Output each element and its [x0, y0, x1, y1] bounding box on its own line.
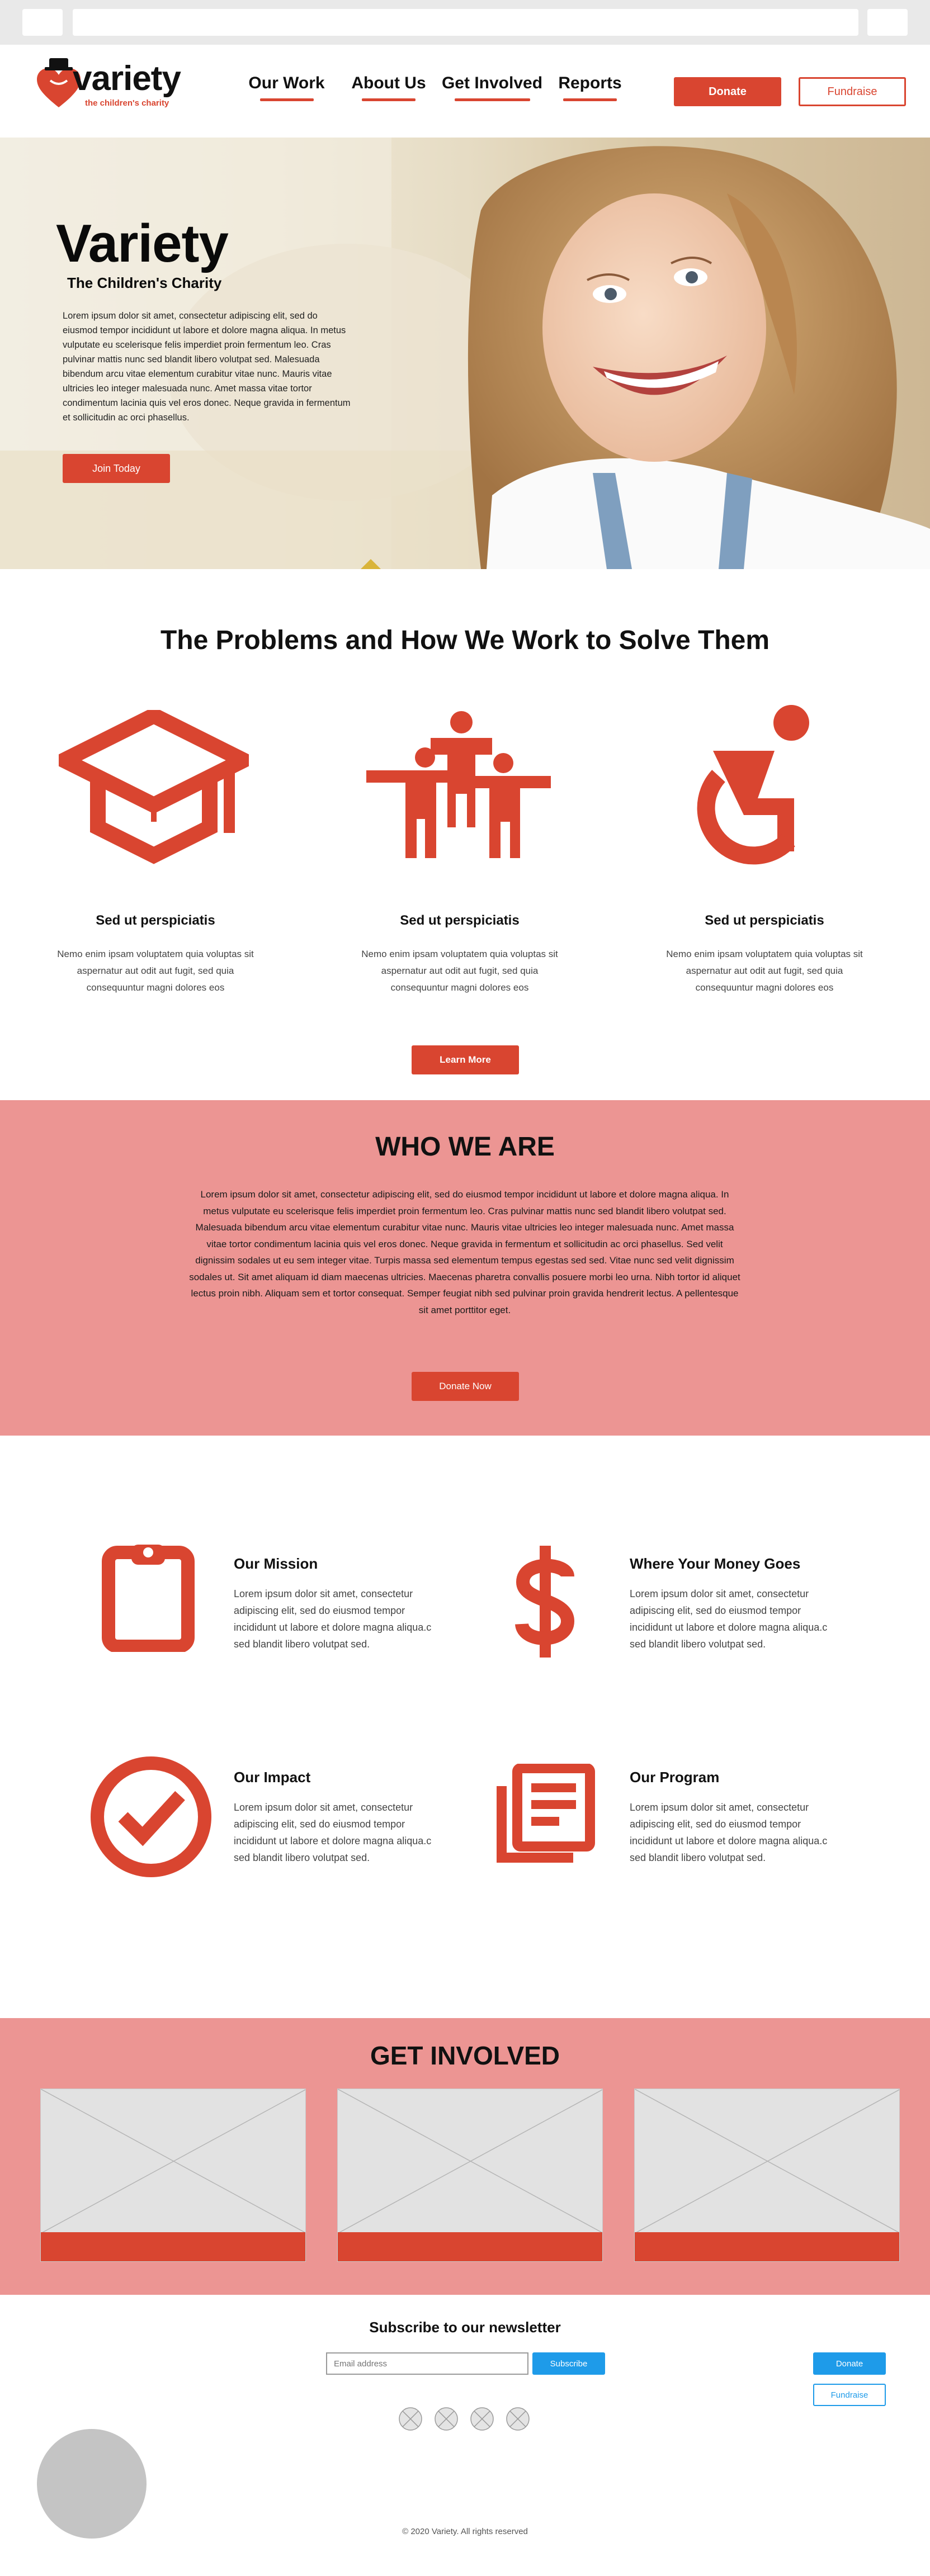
- nav-underline: [362, 98, 416, 101]
- nav-our-work[interactable]: Our Work: [246, 74, 327, 101]
- logo[interactable]: variety the children's charity: [34, 56, 190, 112]
- get-involved-title: GET INVOLVED: [370, 2041, 560, 2070]
- problem-card-title: Sed ut perspiciatis: [96, 913, 215, 928]
- nav-underline: [454, 98, 530, 101]
- nav-get-involved[interactable]: Get Involved: [439, 74, 545, 101]
- logo-tagline: the children's charity: [85, 98, 169, 108]
- logo-wordmark: variety: [73, 59, 181, 98]
- hero-banner: Variety The Children's Charity Lorem ips…: [0, 138, 930, 569]
- problems-title: The Problems and How We Work to Solve Th…: [160, 626, 770, 655]
- learn-more-button[interactable]: Learn More: [412, 1045, 519, 1074]
- nav-about-us[interactable]: About Us: [350, 74, 428, 101]
- get-involved-card[interactable]: [634, 2089, 900, 2262]
- wheelchair-icon: [697, 705, 809, 865]
- who-we-are-body: Lorem ipsum dolor sit amet, consectetur …: [189, 1189, 740, 1315]
- footer-fundraise-button[interactable]: Fundraise: [813, 2384, 886, 2406]
- mission-item-body: Lorem ipsum dolor sit amet, consectetur …: [234, 1588, 432, 1650]
- image-placeholder-icon: [635, 2089, 899, 2233]
- header-donate-button[interactable]: Donate: [674, 77, 781, 106]
- copyright-text: © 2020 Variety. All rights reserved: [402, 2527, 528, 2536]
- browser-address-bar[interactable]: [73, 9, 858, 36]
- nav-get-involved-label: Get Involved: [441, 74, 543, 92]
- hero-title: Variety: [56, 214, 229, 273]
- people-group-icon: [366, 711, 551, 858]
- get-involved-card[interactable]: [337, 2089, 603, 2262]
- mission-item-title: Our Impact: [234, 1769, 311, 1786]
- social-icon[interactable]: [398, 2407, 423, 2431]
- nav-reports-label: Reports: [558, 74, 622, 92]
- card-footer-bar: [41, 2232, 305, 2261]
- mission-item-body: Lorem ipsum dolor sit amet, consectetur …: [630, 1802, 828, 1863]
- mission-item-title: Our Mission: [234, 1555, 318, 1572]
- social-icon[interactable]: [434, 2407, 459, 2431]
- graduation-cap-icon: [59, 710, 249, 864]
- donate-now-button[interactable]: Donate Now: [412, 1372, 519, 1401]
- site-header: variety the children's charity Our Work …: [0, 45, 930, 138]
- problem-card-title: Sed ut perspiciatis: [705, 913, 824, 928]
- who-we-are-section: WHO WE ARE Lorem ipsum dolor sit amet, c…: [0, 1100, 930, 1436]
- clipboard-icon: [102, 1545, 195, 1652]
- scroll-down-indicator-icon[interactable]: [361, 558, 381, 569]
- browser-menu-button[interactable]: [867, 9, 908, 36]
- mission-item-title: Where Your Money Goes: [630, 1555, 801, 1572]
- documents-icon: [497, 1764, 595, 1863]
- get-involved-card[interactable]: [40, 2089, 306, 2262]
- nav-our-work-label: Our Work: [248, 74, 325, 92]
- footer-donate-button[interactable]: Donate: [813, 2352, 886, 2375]
- problem-card-body: Nemo enim ipsam voluptatem quia voluptas…: [666, 949, 863, 993]
- browser-toolbar: [0, 0, 930, 45]
- social-icon[interactable]: [470, 2407, 494, 2431]
- problem-card-title: Sed ut perspiciatis: [400, 913, 520, 928]
- newsletter-title: Subscribe to our newsletter: [369, 2319, 561, 2336]
- social-icon[interactable]: [506, 2407, 530, 2431]
- nav-underline: [259, 98, 314, 101]
- dollar-icon: [515, 1546, 575, 1658]
- mission-item-body: Lorem ipsum dolor sit amet, consectetur …: [234, 1802, 432, 1863]
- subscribe-button[interactable]: Subscribe: [532, 2352, 605, 2375]
- nav-about-us-label: About Us: [351, 74, 426, 92]
- hero-body-text: Lorem ipsum dolor sit amet, consectetur …: [63, 311, 351, 423]
- card-footer-bar: [338, 2232, 602, 2261]
- hero-subtitle: The Children's Charity: [67, 274, 222, 291]
- who-we-are-title: WHO WE ARE: [375, 1132, 555, 1162]
- checkmark-circle-icon: [91, 1756, 211, 1877]
- mission-item-title: Our Program: [630, 1769, 720, 1786]
- image-placeholder-icon: [41, 2089, 305, 2233]
- nav-reports[interactable]: Reports: [556, 74, 624, 101]
- browser-back-button[interactable]: [22, 9, 63, 36]
- header-fundraise-button[interactable]: Fundraise: [799, 77, 906, 106]
- chat-widget-placeholder[interactable]: [37, 2429, 147, 2539]
- image-placeholder-icon: [338, 2089, 602, 2233]
- problem-card-body: Nemo enim ipsam voluptatem quia voluptas…: [361, 949, 558, 993]
- mission-item-body: Lorem ipsum dolor sit amet, consectetur …: [630, 1588, 828, 1650]
- card-footer-bar: [635, 2232, 899, 2261]
- email-input[interactable]: [326, 2352, 528, 2375]
- join-today-button[interactable]: Join Today: [63, 454, 170, 483]
- problem-card-body: Nemo enim ipsam voluptatem quia voluptas…: [57, 949, 254, 993]
- nav-underline: [563, 98, 617, 101]
